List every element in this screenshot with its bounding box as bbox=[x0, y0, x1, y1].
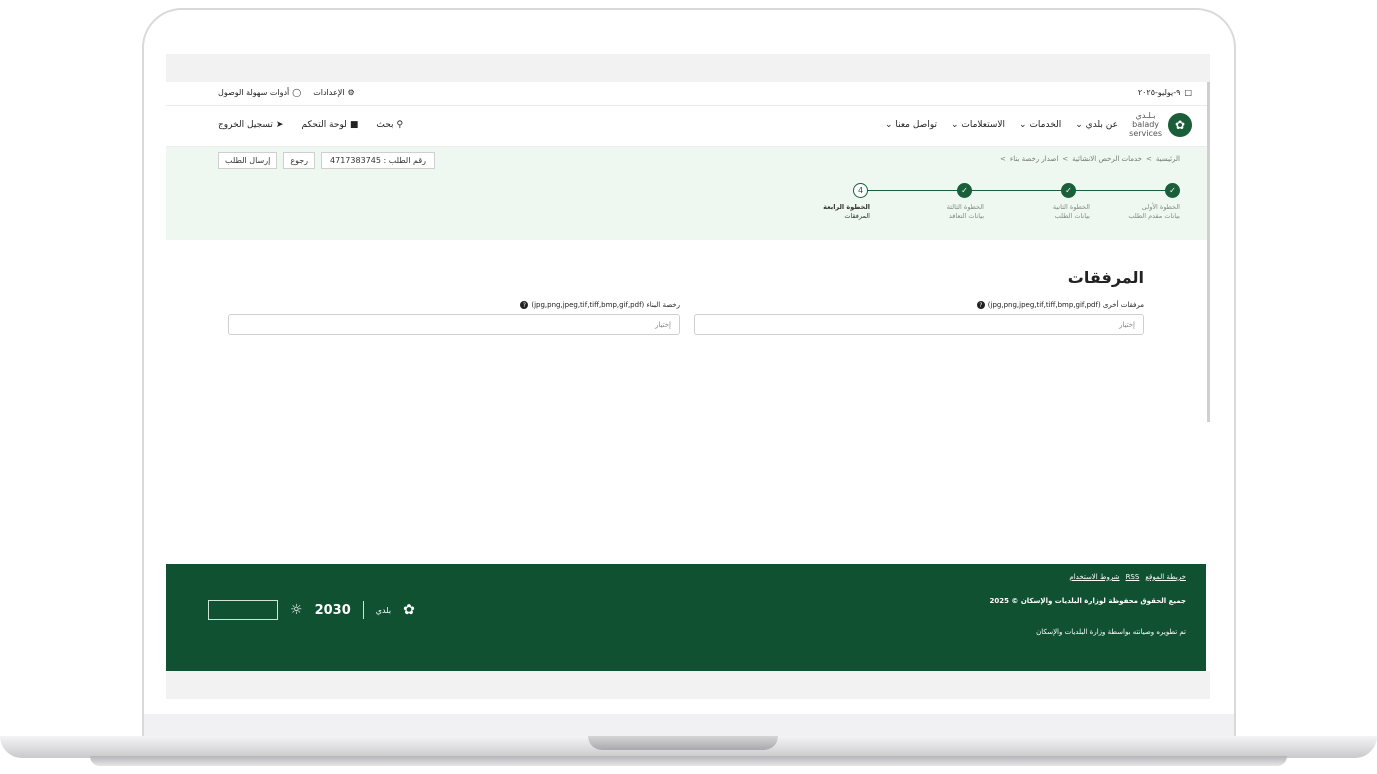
main-menu: عن بلدي ⌄ الخدمات ⌄ الاستعلامات ⌄ تواصل … bbox=[885, 120, 1118, 130]
balady-logo[interactable]: بـلـدي balady services ✿ bbox=[1129, 111, 1192, 138]
logo-line-ar: بـلـدي bbox=[1135, 111, 1156, 120]
step-3-label: الخطوة الثالثة بيانات التعاقد bbox=[947, 203, 984, 221]
building-permit-text: رخصة البناء (jpg,png,jpeg,tif,tiff,bmp,g… bbox=[531, 301, 680, 309]
search-label: بحث bbox=[376, 120, 394, 130]
page-title: المرفقات bbox=[1067, 268, 1144, 287]
laptop-base-edge bbox=[90, 756, 1287, 766]
logo-line-services: services bbox=[1129, 129, 1162, 138]
nav-actions: ⚲ بحث ■ لوحة التحكم ➤ تسجيل الخروج bbox=[218, 120, 403, 130]
progress-stepper: ✓ ✓ ✓ 4 الخطوة الأولى بيانات مقدم الطلب ا… bbox=[800, 183, 1180, 225]
footer-divider bbox=[362, 601, 364, 619]
settings-link[interactable]: ⚙ الإعدادات bbox=[313, 88, 354, 97]
footer-developed-by: تم تطويره وصيانته بواسطة وزارة البلديات … bbox=[1036, 628, 1186, 636]
request-header: الرئيسية > خدمات الرخص الانشائية > اصدار ر… bbox=[166, 147, 1210, 240]
logout-button[interactable]: ➤ تسجيل الخروج bbox=[218, 120, 283, 130]
back-button[interactable]: رجوع bbox=[283, 152, 316, 169]
request-actions: رقم الطلب : 4717383745 رجوع إرسال الطلب bbox=[218, 152, 435, 169]
step-4-indicator: 4 bbox=[853, 183, 868, 198]
logo-text: بـلـدي balady services bbox=[1129, 111, 1162, 138]
breadcrumb-services[interactable]: خدمات الرخص الانشائية bbox=[1072, 155, 1142, 163]
utility-bar: □ ٩-يوليو-٢٠٢٥ ⚙ الإعدادات ◯ أدوات سهولة… bbox=[166, 82, 1210, 106]
emblem-icon: ☼ bbox=[290, 602, 303, 618]
calendar-icon: □ bbox=[1184, 88, 1192, 97]
footer-link-terms[interactable]: شروط الاستخدام bbox=[1069, 573, 1119, 581]
other-attachments-label: مرفقات أخرى (jpg,png,jpeg,tif,tiff,bmp,g… bbox=[976, 301, 1144, 309]
footer-link-rss[interactable]: RSS bbox=[1126, 573, 1140, 581]
footer-copyright: جميع الحقوق محفوظة لوزارة البلديات والإس… bbox=[989, 597, 1186, 605]
accessibility-link[interactable]: ◯ أدوات سهولة الوصول bbox=[218, 88, 301, 97]
footer-links: خريطة الموقع RSS شروط الاستخدام bbox=[1069, 573, 1186, 581]
page-scrollbar[interactable] bbox=[1207, 82, 1210, 422]
browser-screen: □ ٩-يوليو-٢٠٢٥ ⚙ الإعدادات ◯ أدوات سهولة… bbox=[166, 54, 1210, 699]
breadcrumb: الرئيسية > خدمات الرخص الانشائية > اصدار ر… bbox=[1000, 155, 1180, 163]
step-2-title: الخطوة الثانية bbox=[1052, 203, 1090, 211]
step-1-label: الخطوة الأولى بيانات مقدم الطلب bbox=[1128, 203, 1180, 221]
menu-about[interactable]: عن بلدي ⌄ bbox=[1075, 120, 1118, 130]
building-permit-input[interactable]: إختيار bbox=[228, 314, 680, 335]
step-1-check-icon: ✓ bbox=[1165, 183, 1180, 198]
building-permit-label: رخصة البناء (jpg,png,jpeg,tif,tiff,bmp,g… bbox=[520, 301, 680, 309]
other-attachments-text: مرفقات أخرى (jpg,png,jpeg,tif,tiff,bmp,g… bbox=[987, 301, 1144, 309]
request-id: رقم الطلب : 4717383745 bbox=[321, 152, 435, 169]
ministry-logo bbox=[208, 600, 278, 620]
dashboard-label: لوحة التحكم bbox=[301, 120, 347, 130]
menu-contact[interactable]: تواصل معنا ⌄ bbox=[885, 120, 937, 130]
palm-icon: ✿ bbox=[1168, 112, 1192, 137]
date-text: ٩-يوليو-٢٠٢٥ bbox=[1137, 88, 1181, 97]
laptop-notch bbox=[588, 736, 778, 750]
breadcrumb-current[interactable]: اصدار رخصة بناء bbox=[1010, 155, 1058, 163]
breadcrumb-home[interactable]: الرئيسية bbox=[1156, 155, 1180, 163]
accessibility-label: أدوات سهولة الوصول bbox=[218, 88, 290, 97]
dashboard-button[interactable]: ■ لوحة التحكم bbox=[301, 120, 358, 130]
search-button[interactable]: ⚲ بحث bbox=[376, 120, 403, 130]
menu-inquiries-label: الاستعلامات bbox=[961, 120, 1006, 130]
palm-icon: ✿ bbox=[403, 602, 415, 618]
breadcrumb-separator: > bbox=[1062, 155, 1069, 163]
step-3-title: الخطوة الثالثة bbox=[946, 203, 984, 211]
footer-link-sitemap[interactable]: خريطة الموقع bbox=[1145, 573, 1186, 581]
user-icon: ■ bbox=[349, 120, 359, 130]
logout-label: تسجيل الخروج bbox=[218, 120, 273, 130]
search-icon: ⚲ bbox=[396, 120, 404, 130]
step-1-title: الخطوة الأولى bbox=[1141, 203, 1180, 211]
laptop-chin bbox=[144, 714, 1234, 736]
logo-line-en: balady bbox=[1132, 120, 1160, 129]
breadcrumb-separator: > bbox=[1000, 155, 1006, 163]
menu-about-label: عن بلدي bbox=[1085, 120, 1118, 130]
main-navbar: بـلـدي balady services ✿ عن بلدي ⌄ الخدم… bbox=[166, 106, 1210, 147]
step-2-subtitle: بيانات الطلب bbox=[1054, 212, 1090, 220]
step-4-subtitle: المرفقات bbox=[844, 212, 870, 220]
date-display: □ ٩-يوليو-٢٠٢٥ bbox=[1138, 88, 1192, 97]
utility-links: ⚙ الإعدادات ◯ أدوات سهولة الوصول bbox=[218, 88, 355, 97]
step-2-check-icon: ✓ bbox=[1061, 183, 1076, 198]
footer-logos: ☼ 2030 بلدي ✿ bbox=[208, 600, 415, 620]
gear-icon: ⚙ bbox=[347, 88, 355, 97]
step-3-check-icon: ✓ bbox=[957, 183, 972, 198]
other-attachments-input[interactable]: إختيار bbox=[694, 314, 1144, 335]
submit-button[interactable]: إرسال الطلب bbox=[218, 152, 278, 169]
step-4-label: الخطوة الرابعة المرفقات bbox=[823, 203, 870, 221]
info-icon[interactable]: ? bbox=[520, 301, 529, 309]
vision-2030-logo: 2030 bbox=[314, 602, 351, 618]
accessibility-icon: ◯ bbox=[292, 88, 302, 97]
menu-services[interactable]: الخدمات ⌄ bbox=[1019, 120, 1061, 130]
step-3-subtitle: بيانات التعاقد bbox=[948, 212, 984, 220]
balady-footer-logo: بلدي bbox=[375, 605, 392, 615]
top-strip bbox=[166, 54, 1210, 82]
settings-label: الإعدادات bbox=[313, 88, 345, 97]
bottom-strip bbox=[166, 671, 1210, 699]
step-1-subtitle: بيانات مقدم الطلب bbox=[1128, 212, 1180, 220]
menu-contact-label: تواصل معنا bbox=[895, 120, 937, 130]
stepper-line bbox=[861, 190, 1173, 191]
breadcrumb-separator: > bbox=[1146, 155, 1152, 163]
site-footer: خريطة الموقع RSS شروط الاستخدام جميع الح… bbox=[166, 564, 1206, 671]
logout-icon: ➤ bbox=[275, 120, 284, 130]
step-2-label: الخطوة الثانية بيانات الطلب bbox=[1053, 203, 1090, 221]
menu-services-label: الخدمات bbox=[1029, 120, 1062, 130]
step-4-title: الخطوة الرابعة bbox=[823, 203, 870, 211]
info-icon[interactable]: ? bbox=[976, 301, 985, 309]
menu-inquiries[interactable]: الاستعلامات ⌄ bbox=[951, 120, 1005, 130]
